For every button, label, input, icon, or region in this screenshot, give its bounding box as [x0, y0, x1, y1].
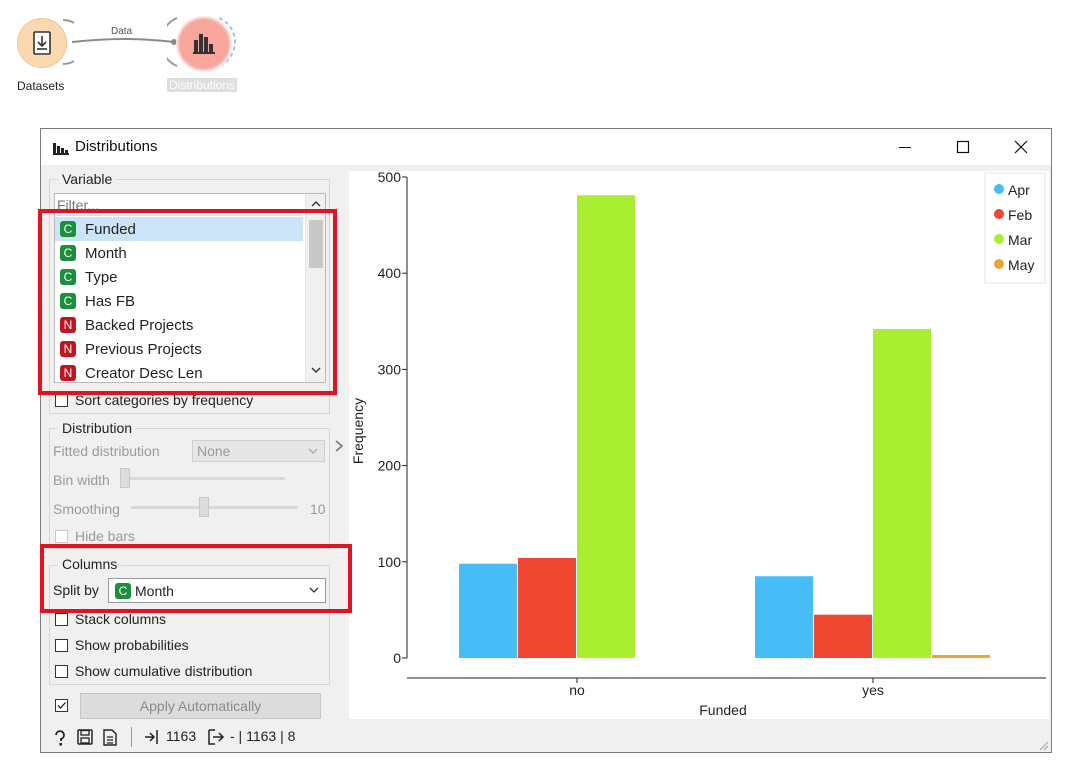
- fitted-distribution-select[interactable]: None: [192, 440, 325, 462]
- hide-bars-checkbox[interactable]: [55, 530, 68, 543]
- distributions-node-icon[interactable]: [178, 18, 230, 70]
- bin-width-label: Bin width: [53, 472, 110, 488]
- minimize-button[interactable]: [877, 129, 933, 165]
- bin-width-slider[interactable]: [120, 468, 285, 488]
- bar-yes-May[interactable]: [932, 655, 990, 658]
- x-tick-label: no: [569, 682, 585, 698]
- legend-label: Feb: [1008, 207, 1032, 223]
- legend-label: Mar: [1008, 232, 1032, 248]
- legend-label: Apr: [1008, 182, 1030, 198]
- show-cumulative-checkbox[interactable]: [55, 665, 68, 678]
- smoothing-slider-handle[interactable]: [199, 497, 209, 517]
- legend-marker-Feb: [994, 209, 1004, 219]
- smoothing-label: Smoothing: [53, 501, 120, 517]
- close-icon: [1014, 140, 1028, 154]
- maximize-button[interactable]: [935, 129, 991, 165]
- bar-no-Feb[interactable]: [518, 557, 576, 658]
- resize-grip-icon[interactable]: [1037, 739, 1049, 751]
- apply-button[interactable]: Apply Automatically: [80, 693, 321, 719]
- y-tick-label: 500: [378, 171, 402, 185]
- fitted-distribution-label: Fitted distribution: [53, 443, 160, 459]
- status-bar: 1163 - | 1163 | 8: [41, 723, 1051, 753]
- smoothing-value: 10: [310, 501, 326, 517]
- variable-group-title: Variable: [58, 171, 117, 187]
- bar-no-Apr[interactable]: [459, 563, 517, 658]
- y-tick-label: 300: [378, 361, 402, 377]
- y-axis-title: Frequency: [350, 398, 366, 464]
- distribution-group-title: Distribution: [58, 420, 137, 436]
- hide-bars-label: Hide bars: [75, 528, 135, 544]
- chevron-down-icon: [308, 448, 318, 454]
- stack-columns-label: Stack columns: [75, 611, 167, 627]
- bar-yes-Apr[interactable]: [755, 576, 813, 658]
- apply-automatically-checkbox[interactable]: [55, 699, 68, 712]
- report-icon[interactable]: [103, 729, 117, 746]
- sort-by-frequency-checkbox[interactable]: [55, 394, 68, 407]
- distribution-chart[interactable]: 0 100 200 300 400 500 no yes Funded Frequency Apr F…: [349, 169, 1049, 719]
- scroll-up-icon[interactable]: [311, 200, 321, 208]
- help-icon[interactable]: [53, 730, 67, 746]
- bar-no-Mar[interactable]: [577, 195, 635, 658]
- fitted-distribution-value: None: [197, 443, 231, 459]
- show-cumulative-label: Show cumulative distribution: [75, 663, 253, 679]
- input-icon: [145, 730, 158, 744]
- window-title: Distributions: [75, 138, 158, 155]
- legend-marker-Apr: [994, 184, 1004, 194]
- show-probabilities-checkbox[interactable]: [55, 639, 68, 652]
- close-button[interactable]: [993, 129, 1049, 165]
- datasets-node-label: Datasets: [17, 79, 65, 93]
- variable-list-highlight: [38, 209, 337, 395]
- collapse-sidebar-icon[interactable]: [334, 439, 344, 453]
- bar-yes-Feb[interactable]: [814, 614, 872, 658]
- legend-label: May: [1008, 257, 1034, 273]
- y-tick-label: 400: [378, 265, 402, 281]
- x-axis-title: Funded: [699, 702, 746, 718]
- output-summary: - | 1163 | 8: [230, 728, 296, 744]
- x-tick-label: yes: [862, 682, 884, 698]
- save-icon[interactable]: [77, 729, 93, 745]
- legend-marker-May: [994, 259, 1004, 269]
- stack-columns-checkbox[interactable]: [55, 613, 68, 626]
- status-divider: [131, 727, 132, 747]
- y-tick-label: 0: [393, 650, 401, 666]
- data-link-label: Data: [111, 26, 133, 37]
- apply-button-label: Apply Automatically: [139, 698, 262, 714]
- title-bar[interactable]: Distributions: [41, 129, 1051, 165]
- distributions-app-icon: [53, 141, 69, 160]
- bar-yes-Mar[interactable]: [873, 328, 931, 658]
- legend-marker-Mar: [994, 234, 1004, 244]
- input-count: 1163: [166, 728, 197, 744]
- y-tick-label: 100: [378, 554, 402, 570]
- distributions-node-label: Distributions: [167, 78, 238, 92]
- smoothing-slider[interactable]: [131, 497, 298, 517]
- plot-area[interactable]: 0 100 200 300 400 500 no yes Funded Frequency Apr F…: [349, 169, 1049, 719]
- output-icon: [208, 729, 225, 745]
- bin-width-slider-handle[interactable]: [120, 468, 130, 488]
- columns-highlight: [40, 544, 352, 613]
- y-tick-label: 200: [378, 458, 402, 474]
- checkmark-icon: [57, 702, 66, 709]
- show-probabilities-label: Show probabilities: [75, 637, 189, 653]
